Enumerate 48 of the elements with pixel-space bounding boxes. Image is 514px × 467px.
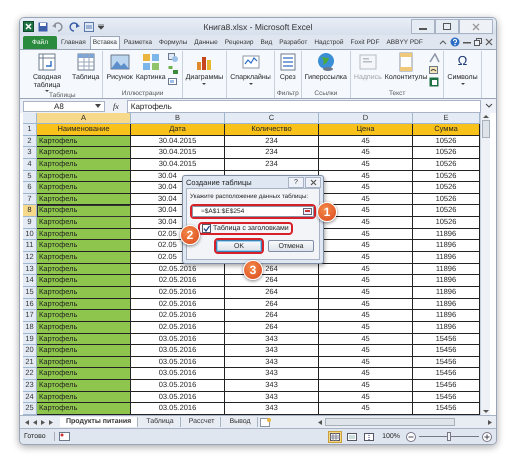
- customize-caret-icon[interactable]: [98, 24, 104, 30]
- collapse-ribbon-icon[interactable]: [439, 39, 447, 45]
- tiles-icon: [140, 52, 161, 72]
- undo-icon[interactable]: [52, 22, 64, 32]
- text-box-icon: [358, 52, 378, 72]
- restore-icon[interactable]: [474, 38, 482, 46]
- zoom-in-button[interactable]: [482, 432, 492, 442]
- form-icon[interactable]: [84, 22, 94, 32]
- window-title: Книга8.xlsx - Microsoft Excel: [202, 22, 314, 32]
- name-box[interactable]: A8: [23, 100, 105, 112]
- help-icon[interactable]: [450, 37, 460, 47]
- scroll-right-icon[interactable]: [487, 418, 493, 426]
- minimize-icon[interactable]: [463, 39, 471, 45]
- close-icon[interactable]: [485, 38, 493, 46]
- expand-caret-icon[interactable]: [485, 103, 493, 109]
- view-button[interactable]: [345, 430, 360, 443]
- redo-icon[interactable]: [68, 22, 80, 32]
- insert-function-button[interactable]: fx: [109, 102, 123, 110]
- collapse-dialog-icon[interactable]: [303, 208, 312, 215]
- maximize-icon: [443, 23, 451, 30]
- table-icon: [76, 52, 96, 72]
- zoom-slider-thumb[interactable]: [447, 432, 451, 442]
- checkbox[interactable]: [202, 224, 211, 233]
- screen-icon[interactable]: [168, 77, 180, 87]
- view-button[interactable]: [362, 430, 376, 443]
- pivot-table-icon: [37, 52, 57, 72]
- picture-icon: [110, 52, 130, 72]
- step-number-badge: 1: [317, 202, 337, 222]
- diagram-icon[interactable]: [168, 65, 180, 75]
- excel-logo-icon[interactable]: [23, 21, 34, 32]
- minimize-button[interactable]: [411, 19, 435, 34]
- formula-field[interactable]: Картофель: [126, 100, 481, 112]
- close-button[interactable]: [305, 176, 321, 188]
- scrollbar-thumb[interactable]: [482, 120, 490, 138]
- close-icon: [310, 178, 316, 186]
- step-number-badge: 3: [243, 260, 263, 280]
- macro-record-icon[interactable]: [54, 432, 70, 442]
- object-icon[interactable]: [429, 77, 442, 87]
- view-button[interactable]: [328, 430, 342, 443]
- new-sheet-icon[interactable]: [260, 418, 272, 427]
- close-icon: [472, 22, 480, 30]
- vertical-scrollbar[interactable]: [480, 113, 490, 416]
- zoom-out-button[interactable]: [406, 432, 416, 442]
- save-icon[interactable]: [38, 22, 48, 32]
- globe-icon: [316, 52, 336, 72]
- shapes-icon[interactable]: [168, 53, 180, 63]
- maximize-button[interactable]: [435, 19, 459, 34]
- list-icon: [278, 52, 298, 72]
